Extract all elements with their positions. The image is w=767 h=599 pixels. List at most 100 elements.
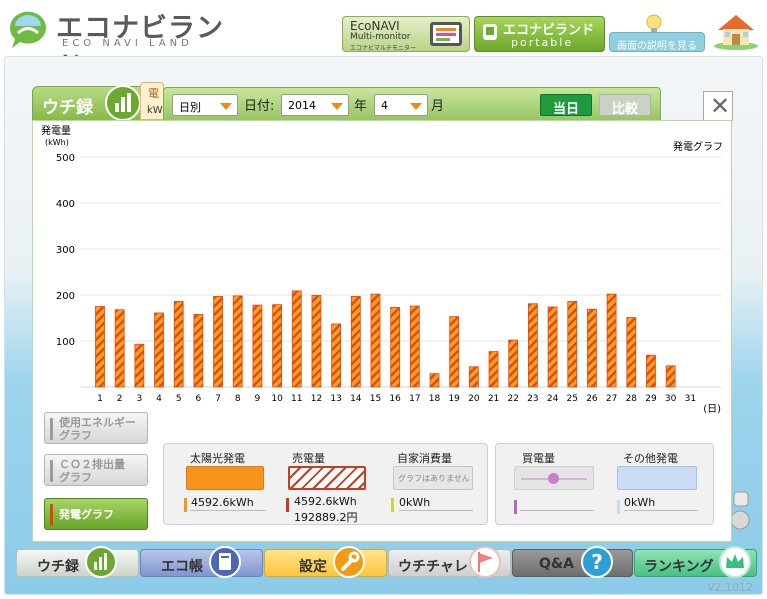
chart-bar — [409, 305, 420, 388]
other-generation-underline — [624, 510, 698, 511]
period-select[interactable]: 日別 — [172, 94, 238, 116]
power-tab[interactable]: 電 kW — [140, 82, 164, 120]
chart-bar — [193, 313, 204, 388]
chart-title: 発電グラフ — [673, 140, 723, 153]
y-tick-label: 300 — [56, 245, 75, 256]
co2-emission-graph-button[interactable]: ＣＯ２排出量 グラフ — [44, 454, 148, 486]
nav-ranking[interactable]: ランキング — [634, 546, 757, 578]
x-tick-label: 25 — [567, 394, 578, 404]
energy-usage-label-line2: グラフ — [59, 429, 92, 442]
generation-graph-button[interactable]: 発電グラフ — [44, 498, 148, 530]
x-tick-label: 9 — [255, 394, 261, 404]
nav-uchi-challenge[interactable]: ウチチャレ — [388, 546, 511, 578]
nav-eco-cho[interactable]: エコ帳 — [140, 546, 263, 578]
year-select-value: 2014 — [288, 99, 316, 112]
x-tick-label: 28 — [626, 394, 638, 404]
chart-bar — [213, 295, 223, 388]
chart-bar — [311, 295, 322, 388]
chart-bar — [232, 295, 243, 388]
chart-bar — [488, 351, 499, 388]
screen-help-button[interactable]: 画面の説明を見る — [609, 32, 705, 52]
x-axis-unit: (日) — [703, 404, 721, 415]
logo-sub-text: ECO NAVI LAND — [62, 38, 193, 49]
button-indicator — [50, 418, 53, 440]
generation-bar-chart: 100200300400500 1 2 3 4 5 6 7 8 9 10 11 12 13 14 15 16 1… — [41, 124, 723, 415]
month-select[interactable]: 4 — [374, 94, 428, 116]
x-tick-label: 3 — [136, 394, 142, 404]
x-tick-label: 10 — [271, 394, 283, 404]
nav-uchi-challenge-label: ウチチャレ — [398, 559, 468, 575]
y-tick-label: 400 — [56, 199, 75, 210]
y-axis-ticks: 100 200 300 400 500 — [56, 153, 75, 348]
sell-title: 売電量 — [292, 452, 325, 465]
x-tick-label: 2 — [117, 394, 123, 404]
nav-settings[interactable]: 設定 — [264, 546, 387, 578]
eco-navi-land-portable-button[interactable]: エコナビランド portable — [474, 16, 605, 52]
x-tick-label: 16 — [389, 394, 401, 404]
chart-bar — [606, 293, 617, 388]
compare-button[interactable]: 比較 — [599, 94, 651, 117]
today-button-label: 当日 — [553, 102, 580, 117]
other-generation-swatch — [617, 466, 697, 490]
button-indicator — [50, 504, 53, 526]
x-tick-label: 27 — [606, 394, 617, 404]
x-tick-label: 19 — [448, 394, 460, 404]
uchi-roku-window-tab: ウチ録 — [32, 85, 146, 121]
chart-bar — [528, 303, 538, 388]
sell-value: 4592.6kWh — [294, 495, 357, 508]
chart-bar — [291, 290, 302, 388]
power-tab-unit: kW — [147, 105, 163, 116]
chart-bar — [134, 343, 145, 388]
x-tick-label: 21 — [488, 394, 499, 404]
month-select-value: 4 — [381, 99, 388, 112]
today-button[interactable]: 当日 — [540, 94, 592, 117]
x-tick-label: 23 — [527, 394, 538, 404]
speech-bubble-logo-icon — [9, 11, 46, 49]
y-axis-label: 発電量 — [41, 124, 71, 137]
phone-icon — [483, 24, 497, 40]
nav-q-and-a[interactable]: Q&A ? — [512, 546, 633, 578]
solar-title: 太陽光発電 — [190, 452, 245, 465]
dropdown-arrow-icon — [331, 103, 343, 110]
notebook-icon — [209, 546, 241, 578]
date-toolbar: 日別 日付: 2014 年 4 月 当日 比較 — [163, 87, 661, 121]
version-label: V2.1012 — [707, 581, 754, 594]
x-tick-label: 30 — [665, 394, 677, 404]
solar-swatch — [186, 466, 264, 490]
chart-bar — [114, 309, 125, 388]
chart-bar — [508, 339, 519, 388]
lightbulb-icon — [646, 14, 662, 32]
sell-yen: 192889.2円 — [294, 511, 358, 524]
buy-swatch — [514, 466, 594, 490]
chart-bars — [95, 290, 676, 388]
chart-bar — [173, 301, 184, 388]
flag-icon — [469, 546, 501, 578]
nav-uchi-roku-label: ウチ録 — [37, 559, 79, 575]
chart-bar — [331, 323, 342, 388]
self-consumption-underline — [399, 510, 473, 511]
econavi-multi-monitor-button[interactable]: EcoNAVI Multi-monitor エコナビマルチモニター — [342, 16, 470, 52]
house-icon[interactable] — [712, 10, 760, 50]
sell-swatch — [288, 466, 366, 490]
dropdown-arrow-icon — [410, 103, 422, 110]
compare-button-label: 比較 — [612, 102, 639, 117]
bar-chart-icon — [85, 546, 117, 578]
date-label: 日付: — [244, 99, 275, 114]
portable-subtitle: portable — [511, 36, 574, 49]
generation-graph-label: 発電グラフ — [59, 508, 114, 521]
app-header: エコナビランド ECO NAVI LAND EcoNAVI Multi-moni… — [0, 0, 767, 83]
chart-bar — [390, 307, 401, 388]
other-generation-title: その他発電 — [623, 452, 678, 465]
chart-bar — [547, 306, 558, 388]
econavi-caption: エコナビマルチモニター — [350, 45, 417, 52]
year-label: 年 — [354, 99, 368, 114]
close-button[interactable]: ✕ — [703, 91, 733, 121]
solar-underline — [190, 510, 266, 511]
year-select[interactable]: 2014 — [281, 94, 349, 116]
energy-usage-graph-label: 使用エネルギー グラフ — [59, 416, 136, 442]
nav-uchi-roku[interactable]: ウチ録 — [16, 546, 139, 578]
nav-eco-cho-label: エコ帳 — [161, 559, 203, 575]
energy-usage-graph-button[interactable]: 使用エネルギー グラフ — [44, 412, 148, 444]
x-tick-label: 14 — [350, 394, 362, 404]
x-tick-label: 26 — [586, 394, 598, 404]
